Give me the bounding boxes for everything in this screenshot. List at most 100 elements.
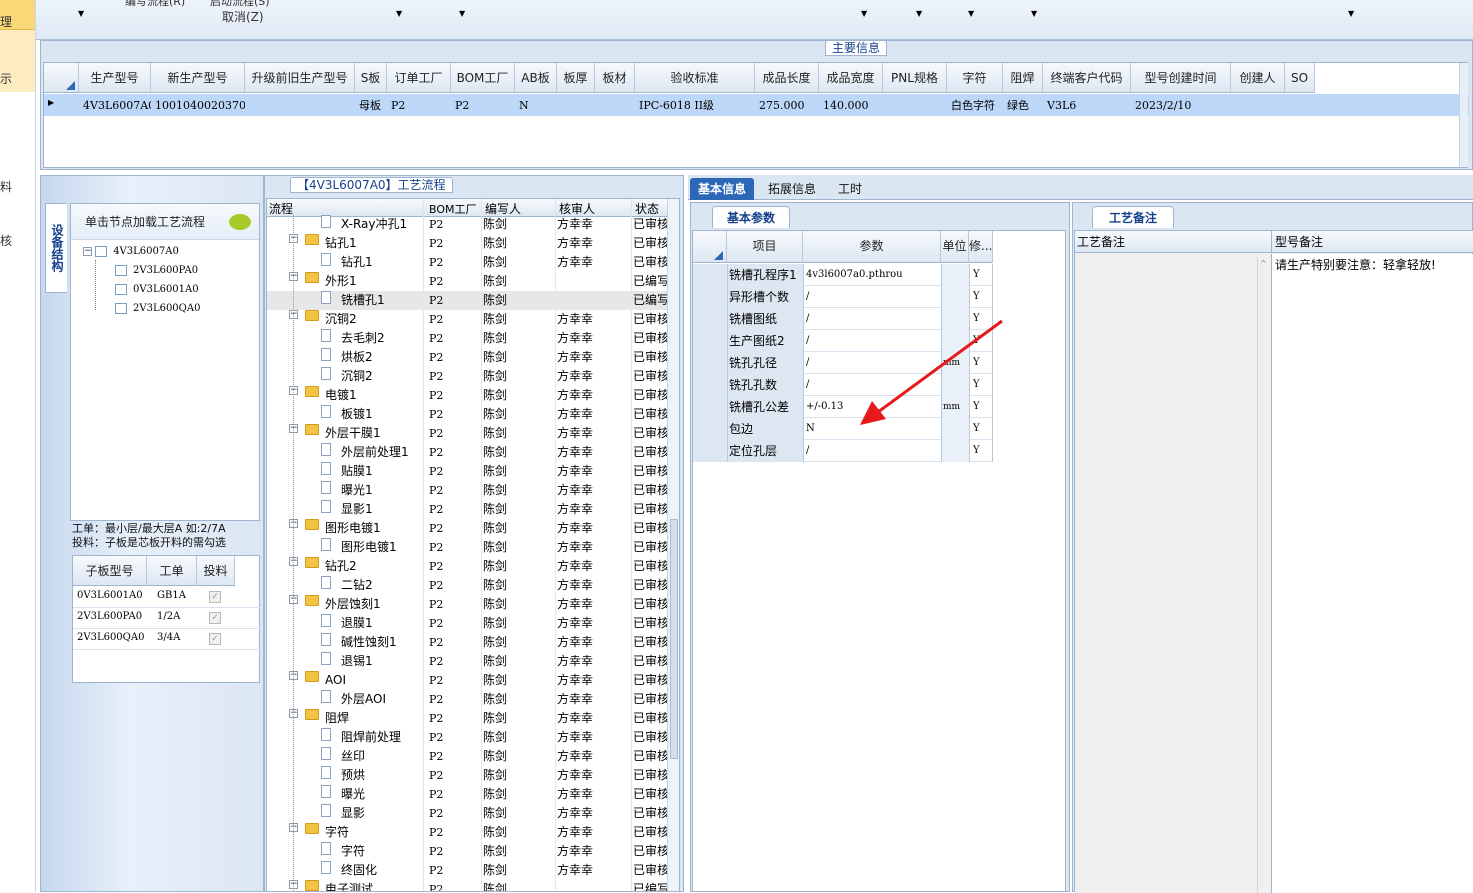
basic-params-title[interactable]: 基本参数 (712, 206, 790, 228)
checkbox[interactable] (115, 302, 127, 314)
flow-row[interactable]: 曝光1 P2 陈剑 方幸幸 已审核 (267, 481, 667, 500)
table-row[interactable]: 2V3L600QA0 3/4A ✓ (73, 629, 261, 650)
checkbox[interactable] (115, 264, 127, 276)
flow-row[interactable]: X-Ray冲孔1 P2 陈剑 方幸幸 已审核 (267, 215, 667, 234)
col-header[interactable]: 板厚 (557, 63, 595, 93)
col-header[interactable]: S板 (355, 63, 387, 93)
table-cell[interactable] (1231, 95, 1285, 117)
tree-node[interactable]: 2V3L600QA0 (115, 301, 200, 317)
table-cell[interactable]: 绿色 (1003, 95, 1043, 117)
table-cell[interactable] (595, 95, 635, 117)
flow-row[interactable]: − 外层蚀刻1 P2 陈剑 方幸幸 已审核 (267, 595, 667, 614)
scrollbar-thumb[interactable] (670, 519, 678, 759)
flow-row[interactable]: 曝光 P2 陈剑 方幸幸 已审核 (267, 785, 667, 804)
cancel-menu[interactable]: 取消(Z) (222, 8, 264, 25)
col-header[interactable]: 成品长度 (755, 63, 819, 93)
table-row[interactable]: 0V3L6001A0 GB1A ✓ (73, 587, 261, 608)
dropdown-arrow-icon[interactable]: ▼ (78, 9, 84, 18)
flow-row[interactable]: − 电镀1 P2 陈剑 方幸幸 已审核 (267, 386, 667, 405)
nav-item[interactable]: 料 (0, 178, 12, 195)
tree-node[interactable]: 2V3L600PA0 (115, 263, 198, 279)
flow-row[interactable]: 退锡1 P2 陈剑 方幸幸 已审核 (267, 652, 667, 671)
flow-row[interactable]: 显影1 P2 陈剑 方幸幸 已审核 (267, 500, 667, 519)
remarks-title[interactable]: 工艺备注 (1092, 206, 1174, 228)
col-header[interactable]: 终端客户代码 (1043, 63, 1131, 93)
col-header[interactable]: 创建人 (1231, 63, 1285, 93)
flow-row[interactable]: 外层前处理1 P2 陈剑 方幸幸 已审核 (267, 443, 667, 462)
col-header[interactable]: 成品宽度 (819, 63, 883, 93)
col-header[interactable]: SO (1285, 63, 1315, 93)
table-cell[interactable]: 母板 (355, 95, 387, 117)
model-remark-text[interactable]: 请生产特别要注意：轻拿轻放! (1271, 254, 1473, 893)
col-header[interactable]: 参数 (803, 231, 941, 263)
flow-row[interactable]: − 钻孔1 P2 陈剑 方幸幸 已审核 (267, 234, 667, 253)
tab-work-hours[interactable]: 工时 (830, 178, 870, 200)
col-header[interactable]: 验收标准 (635, 63, 755, 93)
table-cell[interactable]: P2 (387, 95, 451, 117)
flow-row[interactable]: − 钻孔2 P2 陈剑 方幸幸 已审核 (267, 557, 667, 576)
table-cell[interactable] (557, 95, 595, 117)
table-cell[interactable]: P2 (451, 95, 515, 117)
col-header[interactable]: 子板型号 (73, 556, 147, 586)
flow-row[interactable]: − 字符 P2 陈剑 方幸幸 已审核 (267, 823, 667, 842)
flow-row[interactable]: − 图形电镀1 P2 陈剑 方幸幸 已审核 (267, 519, 667, 538)
checkbox[interactable] (115, 283, 127, 295)
flow-row[interactable]: 显影 P2 陈剑 方幸幸 已审核 (267, 804, 667, 823)
col-header[interactable]: 单位 (941, 231, 969, 263)
flow-row[interactable]: 字符 P2 陈剑 方幸幸 已审核 (267, 842, 667, 861)
checkbox[interactable]: ✓ (209, 633, 221, 645)
flow-row[interactable]: 丝印 P2 陈剑 方幸幸 已审核 (267, 747, 667, 766)
dropdown-arrow-icon[interactable]: ▼ (916, 9, 922, 18)
tree-node[interactable]: 0V3L6001A0 (115, 282, 199, 298)
col-header[interactable]: 型号创建时间 (1131, 63, 1231, 93)
scrollbar[interactable] (667, 199, 679, 891)
dropdown-arrow-icon[interactable]: ▼ (459, 9, 465, 18)
flow-row[interactable]: − 电子测试 P2 陈剑 已编写 (267, 880, 667, 891)
col-header[interactable]: 订单工厂 (387, 63, 451, 93)
collapse-icon[interactable]: − (83, 246, 92, 256)
col-header[interactable]: PNL规格 (883, 63, 947, 93)
checkbox[interactable]: ✓ (209, 591, 221, 603)
col-header[interactable]: 阻焊 (1003, 63, 1043, 93)
param-row[interactable]: ▶铣槽孔程序14v3l6007a0.pthrouY (693, 264, 993, 286)
tab-extended-info[interactable]: 拓展信息 (760, 178, 824, 200)
table-cell[interactable]: 白色字符 (947, 95, 1003, 117)
checkbox[interactable] (95, 245, 108, 257)
col-header[interactable]: 升级前旧生产型号 (245, 63, 355, 93)
tree-root[interactable]: − 4V3L6007A0 (83, 244, 179, 260)
col-header[interactable]: 生产型号 (79, 63, 151, 93)
table-cell[interactable]: 140.000 (819, 95, 883, 117)
flow-row[interactable]: 沉铜2 P2 陈剑 方幸幸 已审核 (267, 367, 667, 386)
write-flow-menu[interactable]: 编写流程(R) (125, 0, 185, 9)
flow-row[interactable]: 终固化 P2 陈剑 方幸幸 已审核 (267, 861, 667, 880)
scrollbar[interactable] (1459, 63, 1468, 167)
table-cell[interactable]: N (515, 95, 557, 117)
table-cell[interactable]: 275.000 (755, 95, 819, 117)
flow-row[interactable]: 退膜1 P2 陈剑 方幸幸 已审核 (267, 614, 667, 633)
table-row[interactable]: 2V3L600PA0 1/2A ✓ (73, 608, 261, 629)
flow-row[interactable]: − 阻焊 P2 陈剑 方幸幸 已审核 (267, 709, 667, 728)
col-header[interactable]: AB板 (515, 63, 557, 93)
tab-basic-info[interactable]: 基本信息 (690, 178, 755, 200)
tab-equipment-structure[interactable]: 设备结构 (45, 203, 67, 293)
flow-row[interactable]: 外层AOI P2 陈剑 方幸幸 已审核 (267, 690, 667, 709)
flow-row[interactable]: 预烘 P2 陈剑 方幸幸 已审核 (267, 766, 667, 785)
table-cell[interactable]: 2023/2/10 (1131, 95, 1231, 117)
col-header[interactable]: BOM工厂 (451, 63, 515, 93)
flow-row[interactable]: 贴膜1 P2 陈剑 方幸幸 已审核 (267, 462, 667, 481)
dropdown-arrow-icon[interactable]: ▼ (1031, 9, 1037, 18)
table-cell[interactable] (245, 95, 355, 117)
col-header[interactable]: 投料 (197, 556, 235, 586)
table-cell[interactable]: V3L6 (1043, 95, 1131, 117)
param-value[interactable]: / (803, 286, 941, 308)
scrollbar[interactable]: ^ (1257, 257, 1269, 893)
table-cell[interactable]: 10010400203700 (151, 95, 245, 117)
flow-row[interactable]: 碱性蚀刻1 P2 陈剑 方幸幸 已审核 (267, 633, 667, 652)
col-header[interactable]: 字符 (947, 63, 1003, 93)
col-header[interactable]: 工单 (147, 556, 197, 586)
flow-row[interactable]: 钻孔1 P2 陈剑 方幸幸 已审核 (267, 253, 667, 272)
col-header[interactable]: 修... (969, 231, 993, 263)
flow-row[interactable]: 烘板2 P2 陈剑 方幸幸 已审核 (267, 348, 667, 367)
table-cell[interactable] (883, 95, 947, 117)
param-value[interactable]: 4v3l6007a0.pthrou (803, 264, 941, 286)
